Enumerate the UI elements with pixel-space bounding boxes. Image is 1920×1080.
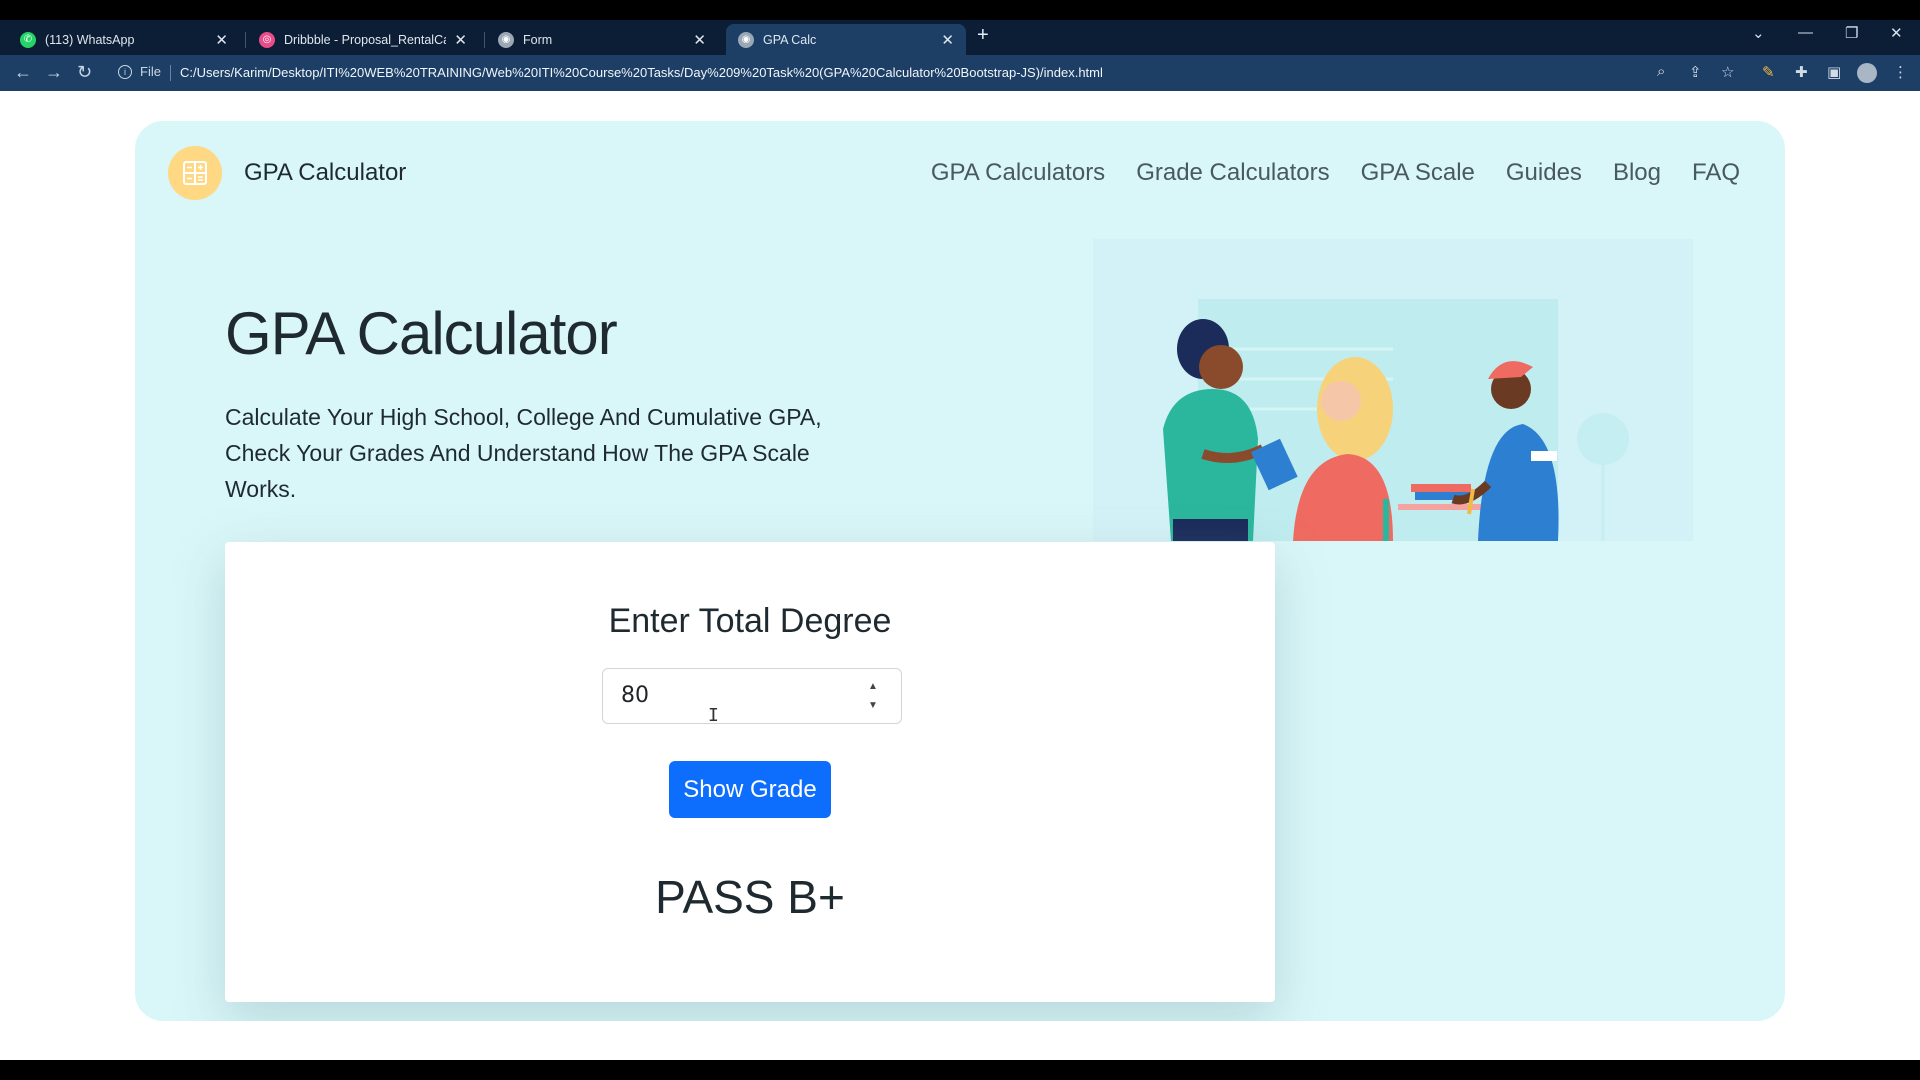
tab-title: GPA Calc bbox=[763, 32, 817, 47]
spin-up-icon[interactable]: ▲ bbox=[868, 679, 878, 694]
tab-divider bbox=[484, 32, 485, 48]
calculator-icon bbox=[168, 146, 222, 200]
sidebar-icon[interactable]: ▣ bbox=[1827, 63, 1841, 81]
taskbar-strip bbox=[0, 1060, 1920, 1080]
tab-title: Form bbox=[523, 32, 553, 47]
share-icon[interactable]: ⇪ bbox=[1689, 63, 1702, 81]
pen-extension-icon[interactable]: ✎ bbox=[1762, 63, 1775, 81]
bookmark-star-icon[interactable]: ☆ bbox=[1721, 63, 1734, 81]
tab-dribbble[interactable]: ◎ Dribbble - Proposal_RentalCar.pr ✕ bbox=[247, 24, 479, 55]
minimize-icon[interactable]: — bbox=[1798, 24, 1813, 41]
nav-faq[interactable]: FAQ bbox=[1692, 159, 1740, 187]
back-icon[interactable]: ← bbox=[14, 62, 32, 83]
grade-result: PASS B+ bbox=[655, 871, 845, 923]
globe-icon: ◉ bbox=[738, 31, 754, 48]
number-spinner[interactable]: ▲ ▼ bbox=[863, 679, 883, 713]
tab-divider bbox=[245, 32, 246, 48]
forward-icon[interactable]: → bbox=[45, 62, 63, 83]
page-title: GPA Calculator bbox=[225, 300, 618, 367]
globe-icon: ◉ bbox=[498, 31, 514, 48]
close-tab-icon[interactable]: ✕ bbox=[454, 31, 467, 49]
show-grade-button[interactable]: Show Grade bbox=[669, 761, 831, 818]
browser-chrome: ✆ (113) WhatsApp ✕ ◎ Dribbble - Proposal… bbox=[0, 0, 1920, 91]
nav-guides[interactable]: Guides bbox=[1506, 159, 1582, 187]
main-nav: GPA Calculators Grade Calculators GPA Sc… bbox=[931, 159, 1740, 187]
profile-avatar[interactable] bbox=[1857, 63, 1877, 83]
whatsapp-icon: ✆ bbox=[20, 31, 36, 48]
nav-blog[interactable]: Blog bbox=[1613, 159, 1661, 187]
brand[interactable]: GPA Calculator bbox=[168, 146, 406, 200]
spin-down-icon[interactable]: ▼ bbox=[868, 698, 878, 713]
menu-icon[interactable]: ⋮ bbox=[1893, 63, 1908, 81]
tab-title: (113) WhatsApp bbox=[45, 32, 135, 47]
tab-whatsapp[interactable]: ✆ (113) WhatsApp ✕ bbox=[8, 24, 240, 55]
total-degree-input[interactable]: 80 I ▲ ▼ bbox=[602, 668, 902, 726]
close-tab-icon[interactable]: ✕ bbox=[693, 31, 706, 49]
page-viewport: GPA Calculator GPA Calculators Grade Cal… bbox=[0, 91, 1920, 1060]
hero-section: GPA Calculator GPA Calculators Grade Cal… bbox=[135, 121, 1785, 1021]
url-divider bbox=[170, 65, 171, 81]
close-tab-icon[interactable]: ✕ bbox=[215, 31, 228, 49]
title-bar bbox=[0, 0, 1920, 20]
form-title: Enter Total Degree bbox=[608, 602, 892, 640]
reload-icon[interactable]: ↻ bbox=[77, 62, 92, 83]
site-info[interactable]: i File bbox=[118, 64, 161, 79]
file-label: File bbox=[140, 64, 161, 79]
nav-grade-calculators[interactable]: Grade Calculators bbox=[1136, 159, 1329, 187]
tab-gpa-calc[interactable]: ◉ GPA Calc ✕ bbox=[726, 24, 966, 55]
brand-name: GPA Calculator bbox=[244, 159, 407, 186]
info-icon: i bbox=[118, 64, 132, 79]
text-cursor-icon: I bbox=[708, 705, 719, 726]
tab-strip: ✆ (113) WhatsApp ✕ ◎ Dribbble - Proposal… bbox=[0, 20, 1920, 55]
nav-gpa-scale[interactable]: GPA Scale bbox=[1361, 159, 1475, 187]
tab-search-icon[interactable]: ⌄ bbox=[1752, 24, 1765, 42]
hero-description: Calculate Your High School, College And … bbox=[225, 404, 822, 502]
gpa-form-card: Enter Total Degree 80 I ▲ ▼ Show Grade P… bbox=[225, 542, 1275, 1002]
tab-title: Dribbble - Proposal_RentalCar.pr bbox=[284, 32, 446, 47]
tab-form[interactable]: ◉ Form ✕ bbox=[486, 24, 718, 55]
close-tab-icon[interactable]: ✕ bbox=[941, 31, 954, 49]
students-illustration bbox=[1093, 239, 1693, 541]
address-bar: ← → ↻ i File C:/Users/Karim/Desktop/ITI%… bbox=[0, 55, 1920, 91]
close-window-icon[interactable]: ✕ bbox=[1890, 24, 1903, 42]
zoom-icon[interactable]: ⌕ bbox=[1657, 63, 1665, 80]
nav-gpa-calculators[interactable]: GPA Calculators bbox=[931, 159, 1105, 187]
dribbble-icon: ◎ bbox=[259, 31, 275, 48]
extensions-icon[interactable]: ✚ bbox=[1795, 63, 1808, 81]
new-tab-button[interactable]: + bbox=[977, 24, 989, 47]
restore-icon[interactable]: ❐ bbox=[1845, 24, 1858, 42]
total-degree-value: 80 bbox=[621, 683, 649, 708]
url-field[interactable]: C:/Users/Karim/Desktop/ITI%20WEB%20TRAIN… bbox=[180, 65, 1103, 80]
